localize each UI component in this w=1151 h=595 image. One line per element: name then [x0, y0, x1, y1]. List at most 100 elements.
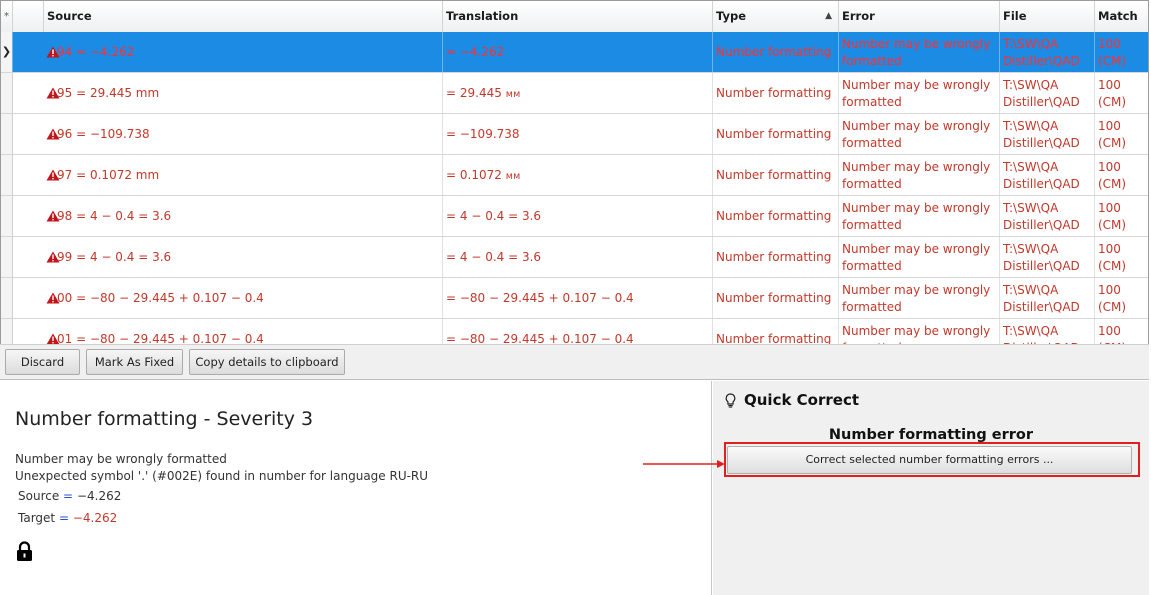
translation-text: = −80 − 29.445 + 0.107 − 0.4	[446, 291, 634, 305]
cell-type: Number formatting	[713, 196, 839, 236]
row-id: 96	[57, 127, 73, 141]
header-translation[interactable]: Translation	[443, 1, 713, 32]
cell-source: 97 = 0.1072 mm	[44, 155, 443, 195]
detail-source: Source = −4.262	[18, 489, 121, 503]
sort-ascending-icon: ▲	[825, 11, 832, 21]
cell-match: 100 (CM)	[1098, 201, 1127, 232]
header-row-indicator	[13, 1, 44, 32]
table-row[interactable]: 01 = −80 − 29.445 + 0.107 − 0.4 = −80 − 2…	[1, 319, 1148, 344]
row-id: 97	[57, 168, 73, 182]
translation-text: = −4.262	[446, 45, 505, 59]
detail-message: Number may be wrongly formatted	[15, 452, 227, 466]
header-type[interactable]: Type ▲	[713, 1, 839, 32]
cell-source: 00 = −80 − 29.445 + 0.107 − 0.4	[44, 278, 443, 318]
cell-file: T:\SW\QA Distiller\QAD	[1000, 237, 1095, 277]
translation-text: = 4 − 0.4 = 3.6	[446, 250, 542, 264]
error-detail-panel: Number formatting - Severity 3 Number ma…	[0, 381, 712, 595]
cell-type: Number formatting	[713, 319, 839, 344]
header-error[interactable]: Error	[839, 1, 1000, 32]
source-text: = 4 − 0.4 = 3.6	[76, 209, 172, 223]
cell-translation: = −109.738	[443, 114, 713, 154]
correct-number-formatting-button[interactable]: Correct selected number formatting error…	[727, 446, 1132, 474]
table-row[interactable]: 98 = 4 − 0.4 = 3.6 = 4 − 0.4 = 3.6 Number …	[1, 196, 1148, 237]
cell-file: T:\SW\QA Distiller\QAD	[1000, 278, 1095, 318]
cell-file: T:\SW\QA Distiller\QAD	[1000, 196, 1095, 236]
translation-unit: мм	[505, 171, 521, 182]
row-id: 01	[57, 332, 73, 344]
cell-match: 100 (CM)	[1098, 283, 1127, 314]
cell-type: Number formatting	[713, 114, 839, 154]
copy-details-button[interactable]: Copy details to clipboard	[189, 349, 345, 375]
results-grid: * Source Translation Type ▲ Error File M…	[0, 0, 1149, 344]
cell-type: Number formatting	[713, 73, 839, 113]
row-pointer-icon	[1, 155, 13, 195]
row-pointer-icon	[1, 114, 13, 154]
detail-description: Unexpected symbol '.' (#002E) found in n…	[15, 469, 429, 483]
quick-correct-subtitle: Number formatting error	[828, 427, 1034, 443]
table-row[interactable]: 99 = 4 − 0.4 = 3.6 = 4 − 0.4 = 3.6 Number …	[1, 237, 1148, 278]
cell-file: T:\SW\QA Distiller\QAD	[1000, 114, 1095, 154]
red-arrow-icon	[643, 460, 725, 468]
row-pointer-icon	[1, 73, 13, 113]
cell-error: Number may be wrongly formatted	[839, 319, 1000, 344]
row-pointer-icon	[1, 237, 13, 277]
cell-error: Number may be wrongly formatted	[839, 73, 1000, 113]
row-pointer-icon: ❯	[1, 32, 13, 72]
detail-title: Number formatting - Severity 3	[15, 408, 314, 430]
translation-text: = 29.445	[446, 86, 502, 100]
cell-source: 96 = −109.738	[44, 114, 443, 154]
translation-text: = 0.1072	[446, 168, 502, 182]
quick-correct-header: Quick Correct	[725, 391, 859, 409]
cell-error: Number may be wrongly formatted	[839, 237, 1000, 277]
translation-unit: мм	[505, 89, 521, 100]
cell-translation: = 0.1072 мм	[443, 155, 713, 195]
cell-type: Number formatting	[713, 32, 839, 72]
lock-icon	[17, 541, 32, 561]
discard-button[interactable]: Discard	[5, 349, 80, 375]
target-label: Target	[18, 511, 56, 525]
cell-translation: = 4 − 0.4 = 3.6	[443, 196, 713, 236]
cell-source: 01 = −80 − 29.445 + 0.107 − 0.4	[44, 319, 443, 344]
cell-match: 100 (CM)	[1098, 324, 1126, 344]
cell-file: T:\SW\QA Distiller\QAD	[1000, 319, 1095, 344]
source-text: = −4.262	[76, 45, 135, 59]
row-pointer-icon	[1, 319, 13, 344]
cell-type: Number formatting	[713, 278, 839, 318]
cell-error: Number may be wrongly formatted	[839, 155, 1000, 195]
cell-source: 94 = −4.262	[44, 32, 443, 72]
header-source[interactable]: Source	[44, 1, 443, 32]
cell-match: 100 (CM)	[1098, 119, 1127, 150]
table-row[interactable]: 96 = −109.738 = −109.738 Number formatting…	[1, 114, 1148, 155]
row-pointer-icon	[1, 196, 13, 236]
quick-correct-title: Quick Correct	[744, 391, 860, 409]
cell-translation: = −80 − 29.445 + 0.107 − 0.4	[443, 278, 713, 318]
source-label: Source	[18, 489, 60, 503]
header-type-label: Type	[716, 9, 747, 23]
table-row[interactable]: 95 = 29.445 mm = 29.445 мм Number formatti…	[1, 73, 1148, 114]
cell-error: Number may be wrongly formatted	[839, 32, 1000, 72]
source-text: = 0.1072 mm	[76, 168, 160, 182]
header-match[interactable]: Match	[1095, 1, 1148, 32]
cell-translation: = −4.262	[443, 32, 713, 72]
mark-as-fixed-button[interactable]: Mark As Fixed	[86, 349, 183, 375]
cell-file: T:\SW\QA Distiller\QAD	[1000, 32, 1095, 72]
row-id: 95	[57, 86, 73, 100]
cell-error: Number may be wrongly formatted	[839, 278, 1000, 318]
target-value: −4.262	[72, 511, 118, 525]
cell-match: 100 (CM)	[1098, 78, 1127, 109]
source-equals: =	[63, 489, 74, 503]
target-equals: =	[58, 511, 70, 525]
cell-error: Number may be wrongly formatted	[839, 196, 1000, 236]
table-row[interactable]: ❯ 94 = −4.262 = −4.262 Number formatting Num…	[1, 32, 1148, 73]
table-row[interactable]: 00 = −80 − 29.445 + 0.107 − 0.4 = −80 − 2…	[1, 278, 1148, 319]
header-file[interactable]: File	[1000, 1, 1095, 32]
cell-match: 100 (CM)	[1098, 242, 1127, 273]
cell-source: 95 = 29.445 mm	[44, 73, 443, 113]
row-id: 00	[57, 291, 73, 305]
header-star: *	[1, 1, 13, 32]
row-pointer-icon	[1, 278, 13, 318]
table-row[interactable]: 97 = 0.1072 mm = 0.1072 мм Number formatti…	[1, 155, 1148, 196]
source-value: −4.262	[76, 489, 122, 503]
grid-header: * Source Translation Type ▲ Error File M…	[1, 1, 1148, 33]
row-id: 94	[57, 45, 73, 59]
